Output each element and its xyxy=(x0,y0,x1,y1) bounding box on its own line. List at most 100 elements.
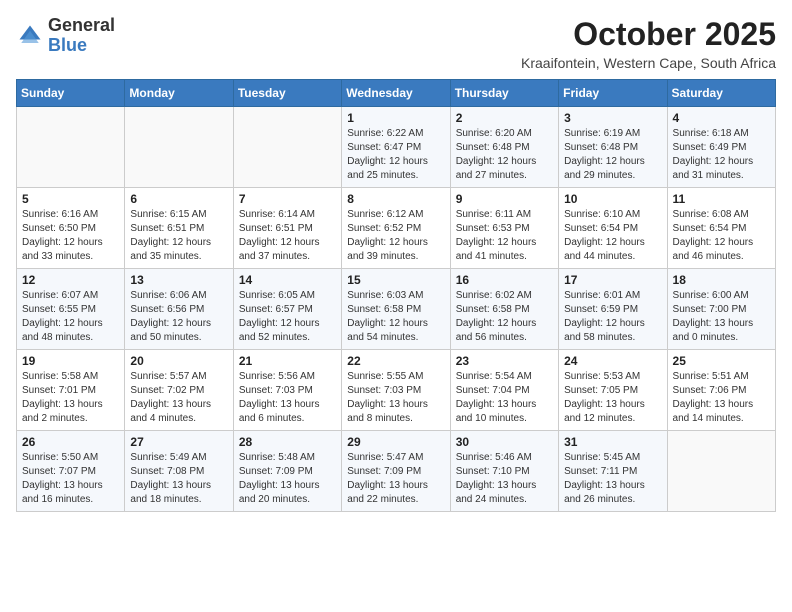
calendar-header: SundayMondayTuesdayWednesdayThursdayFrid… xyxy=(17,80,776,107)
title-block: October 2025 Kraaifontein, Western Cape,… xyxy=(521,16,776,71)
logo-icon xyxy=(16,22,44,50)
calendar-table: SundayMondayTuesdayWednesdayThursdayFrid… xyxy=(16,79,776,512)
day-number: 8 xyxy=(347,192,444,206)
day-info: Sunrise: 5:55 AM Sunset: 7:03 PM Dayligh… xyxy=(347,370,444,426)
calendar-cell xyxy=(233,107,341,188)
location-title: Kraaifontein, Western Cape, South Africa xyxy=(521,55,776,71)
day-number: 12 xyxy=(22,273,119,287)
calendar-cell: 16 Sunrise: 6:02 AM Sunset: 6:58 PM Dayli… xyxy=(450,269,558,350)
day-info: Sunrise: 5:54 AM Sunset: 7:04 PM Dayligh… xyxy=(456,370,553,426)
day-info: Sunrise: 5:45 AM Sunset: 7:11 PM Dayligh… xyxy=(564,451,661,507)
weekday-header-wednesday: Wednesday xyxy=(342,80,450,107)
day-info: Sunrise: 6:10 AM Sunset: 6:54 PM Dayligh… xyxy=(564,208,661,264)
calendar-cell: 8 Sunrise: 6:12 AM Sunset: 6:52 PM Daylig… xyxy=(342,188,450,269)
weekday-header-saturday: Saturday xyxy=(667,80,775,107)
month-title: October 2025 xyxy=(521,16,776,53)
calendar-cell xyxy=(125,107,233,188)
calendar-cell: 18 Sunrise: 6:00 AM Sunset: 7:00 PM Dayli… xyxy=(667,269,775,350)
calendar-cell: 17 Sunrise: 6:01 AM Sunset: 6:59 PM Dayli… xyxy=(559,269,667,350)
calendar-cell: 26Sunrise: 5:50 AM Sunset: 7:07 PM Dayli… xyxy=(17,431,125,512)
day-info: Sunrise: 6:02 AM Sunset: 6:58 PM Dayligh… xyxy=(456,289,553,345)
logo: General Blue xyxy=(16,16,115,56)
day-number: 13 xyxy=(130,273,227,287)
calendar-cell: 28Sunrise: 5:48 AM Sunset: 7:09 PM Dayli… xyxy=(233,431,341,512)
logo-blue-text: Blue xyxy=(48,35,87,55)
day-number: 29 xyxy=(347,435,444,449)
day-number: 5 xyxy=(22,192,119,206)
day-number: 2 xyxy=(456,111,553,125)
day-info: Sunrise: 5:49 AM Sunset: 7:08 PM Dayligh… xyxy=(130,451,227,507)
day-info: Sunrise: 6:03 AM Sunset: 6:58 PM Dayligh… xyxy=(347,289,444,345)
calendar-cell: 5 Sunrise: 6:16 AM Sunset: 6:50 PM Daylig… xyxy=(17,188,125,269)
day-number: 21 xyxy=(239,354,336,368)
day-number: 9 xyxy=(456,192,553,206)
day-number: 30 xyxy=(456,435,553,449)
calendar-cell: 21 Sunrise: 5:56 AM Sunset: 7:03 PM Dayli… xyxy=(233,350,341,431)
day-info: Sunrise: 6:14 AM Sunset: 6:51 PM Dayligh… xyxy=(239,208,336,264)
day-number: 22 xyxy=(347,354,444,368)
day-number: 28 xyxy=(239,435,336,449)
weekday-header-sunday: Sunday xyxy=(17,80,125,107)
day-number: 16 xyxy=(456,273,553,287)
calendar-body: 1 Sunrise: 6:22 AM Sunset: 6:47 PM Daylig… xyxy=(17,107,776,512)
calendar-cell: 23Sunrise: 5:54 AM Sunset: 7:04 PM Dayli… xyxy=(450,350,558,431)
day-number: 24 xyxy=(564,354,661,368)
day-info: Sunrise: 6:00 AM Sunset: 7:00 PM Dayligh… xyxy=(673,289,770,345)
day-info: Sunrise: 6:07 AM Sunset: 6:55 PM Dayligh… xyxy=(22,289,119,345)
day-info: Sunrise: 6:11 AM Sunset: 6:53 PM Dayligh… xyxy=(456,208,553,264)
calendar-cell: 2 Sunrise: 6:20 AM Sunset: 6:48 PM Daylig… xyxy=(450,107,558,188)
calendar-cell: 19Sunrise: 5:58 AM Sunset: 7:01 PM Dayli… xyxy=(17,350,125,431)
calendar-cell: 30 Sunrise: 5:46 AM Sunset: 7:10 PM Dayli… xyxy=(450,431,558,512)
day-info: Sunrise: 5:46 AM Sunset: 7:10 PM Dayligh… xyxy=(456,451,553,507)
weekday-header-friday: Friday xyxy=(559,80,667,107)
calendar-week-4: 19Sunrise: 5:58 AM Sunset: 7:01 PM Dayli… xyxy=(17,350,776,431)
day-number: 26 xyxy=(22,435,119,449)
calendar-cell: 14Sunrise: 6:05 AM Sunset: 6:57 PM Dayli… xyxy=(233,269,341,350)
calendar-cell: 6Sunrise: 6:15 AM Sunset: 6:51 PM Daylig… xyxy=(125,188,233,269)
day-info: Sunrise: 6:16 AM Sunset: 6:50 PM Dayligh… xyxy=(22,208,119,264)
day-info: Sunrise: 5:57 AM Sunset: 7:02 PM Dayligh… xyxy=(130,370,227,426)
day-info: Sunrise: 6:20 AM Sunset: 6:48 PM Dayligh… xyxy=(456,127,553,183)
calendar-week-5: 26Sunrise: 5:50 AM Sunset: 7:07 PM Dayli… xyxy=(17,431,776,512)
day-info: Sunrise: 5:58 AM Sunset: 7:01 PM Dayligh… xyxy=(22,370,119,426)
calendar-cell: 22 Sunrise: 5:55 AM Sunset: 7:03 PM Dayli… xyxy=(342,350,450,431)
weekday-row: SundayMondayTuesdayWednesdayThursdayFrid… xyxy=(17,80,776,107)
calendar-cell: 31 Sunrise: 5:45 AM Sunset: 7:11 PM Dayli… xyxy=(559,431,667,512)
calendar-cell: 11 Sunrise: 6:08 AM Sunset: 6:54 PM Dayli… xyxy=(667,188,775,269)
calendar-cell: 24 Sunrise: 5:53 AM Sunset: 7:05 PM Dayli… xyxy=(559,350,667,431)
day-info: Sunrise: 6:12 AM Sunset: 6:52 PM Dayligh… xyxy=(347,208,444,264)
day-info: Sunrise: 5:56 AM Sunset: 7:03 PM Dayligh… xyxy=(239,370,336,426)
day-info: Sunrise: 6:01 AM Sunset: 6:59 PM Dayligh… xyxy=(564,289,661,345)
day-number: 25 xyxy=(673,354,770,368)
calendar-week-3: 12 Sunrise: 6:07 AM Sunset: 6:55 PM Dayli… xyxy=(17,269,776,350)
day-number: 18 xyxy=(673,273,770,287)
day-info: Sunrise: 6:06 AM Sunset: 6:56 PM Dayligh… xyxy=(130,289,227,345)
day-info: Sunrise: 6:05 AM Sunset: 6:57 PM Dayligh… xyxy=(239,289,336,345)
logo-text: General Blue xyxy=(48,16,115,56)
calendar-cell xyxy=(17,107,125,188)
calendar-cell: 25Sunrise: 5:51 AM Sunset: 7:06 PM Dayli… xyxy=(667,350,775,431)
calendar-cell: 13 Sunrise: 6:06 AM Sunset: 6:56 PM Dayli… xyxy=(125,269,233,350)
day-info: Sunrise: 5:47 AM Sunset: 7:09 PM Dayligh… xyxy=(347,451,444,507)
day-number: 10 xyxy=(564,192,661,206)
day-number: 1 xyxy=(347,111,444,125)
calendar-cell: 29 Sunrise: 5:47 AM Sunset: 7:09 PM Dayli… xyxy=(342,431,450,512)
day-info: Sunrise: 5:53 AM Sunset: 7:05 PM Dayligh… xyxy=(564,370,661,426)
calendar-cell: 7Sunrise: 6:14 AM Sunset: 6:51 PM Daylig… xyxy=(233,188,341,269)
calendar-cell: 4 Sunrise: 6:18 AM Sunset: 6:49 PM Daylig… xyxy=(667,107,775,188)
day-number: 17 xyxy=(564,273,661,287)
day-info: Sunrise: 6:08 AM Sunset: 6:54 PM Dayligh… xyxy=(673,208,770,264)
calendar-cell xyxy=(667,431,775,512)
day-info: Sunrise: 6:22 AM Sunset: 6:47 PM Dayligh… xyxy=(347,127,444,183)
day-number: 20 xyxy=(130,354,227,368)
day-info: Sunrise: 6:18 AM Sunset: 6:49 PM Dayligh… xyxy=(673,127,770,183)
day-number: 3 xyxy=(564,111,661,125)
day-number: 11 xyxy=(673,192,770,206)
day-number: 4 xyxy=(673,111,770,125)
calendar-cell: 20 Sunrise: 5:57 AM Sunset: 7:02 PM Dayli… xyxy=(125,350,233,431)
day-number: 6 xyxy=(130,192,227,206)
day-info: Sunrise: 6:19 AM Sunset: 6:48 PM Dayligh… xyxy=(564,127,661,183)
day-number: 31 xyxy=(564,435,661,449)
calendar-cell: 12 Sunrise: 6:07 AM Sunset: 6:55 PM Dayli… xyxy=(17,269,125,350)
weekday-header-monday: Monday xyxy=(125,80,233,107)
